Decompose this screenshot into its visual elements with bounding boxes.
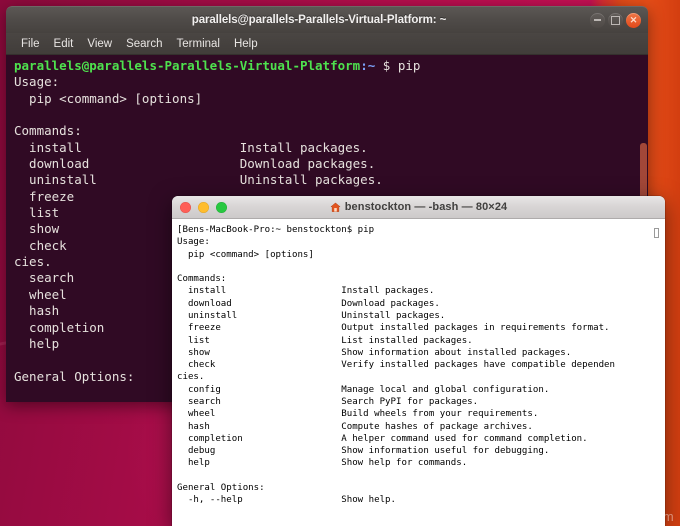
menu-item-search[interactable]: Search — [119, 36, 169, 52]
mac-terminal-body[interactable]: [Bens-MacBook-Pro:~ benstockton$ pip Usa… — [172, 219, 665, 526]
close-button[interactable]: ✕ — [626, 12, 641, 28]
minimize-icon — [594, 19, 601, 21]
menu-item-edit[interactable]: Edit — [47, 36, 81, 52]
mac-window-title: benstockton — -bash — 80×24 — [344, 201, 508, 213]
screen: parallels@parallels-Parallels-Virtual-Pl… — [0, 0, 680, 526]
mac-terminal-output: Usage: pip <command> [options] Commands:… — [177, 237, 615, 506]
ubuntu-titlebar[interactable]: parallels@parallels-Parallels-Virtual-Pl… — [6, 6, 648, 33]
maximize-icon — [611, 15, 620, 25]
ubuntu-prompt-userhost: parallels@parallels-Parallels-Virtual-Pl… — [14, 58, 361, 73]
home-icon — [330, 202, 341, 212]
menu-item-terminal[interactable]: Terminal — [170, 36, 227, 52]
ubuntu-window-controls: ✕ — [590, 12, 648, 28]
mac-terminal-window[interactable]: benstockton — -bash — 80×24 [Bens-MacBoo… — [172, 196, 665, 526]
minimize-button[interactable] — [198, 201, 209, 213]
maximize-button[interactable] — [608, 12, 623, 28]
mac-terminal-cursor — [654, 228, 659, 238]
ubuntu-prompt-command: pip — [397, 58, 421, 73]
mac-terminal-text: [Bens-MacBook-Pro:~ benstockton$ pip Usa… — [172, 219, 665, 506]
menu-item-file[interactable]: File — [14, 36, 47, 52]
mac-titlebar[interactable]: benstockton — -bash — 80×24 — [172, 196, 665, 219]
mac-prompt-line: [Bens-MacBook-Pro:~ benstockton$ pip — [177, 225, 375, 235]
zoom-button[interactable] — [216, 201, 227, 213]
minimize-button[interactable] — [590, 12, 605, 28]
mac-title-wrap: benstockton — -bash — 80×24 — [172, 196, 665, 218]
ubuntu-menubar: File Edit View Search Terminal Help — [6, 33, 648, 55]
close-button[interactable] — [180, 201, 191, 213]
ubuntu-prompt-path: :~ — [360, 58, 376, 73]
menu-item-help[interactable]: Help — [227, 36, 265, 52]
ubuntu-window-title: parallels@parallels-Parallels-Virtual-Pl… — [191, 14, 447, 26]
watermark: wsxdn.com — [606, 509, 674, 524]
close-icon: ✕ — [629, 14, 638, 25]
mac-window-controls — [172, 201, 227, 213]
menu-item-view[interactable]: View — [80, 36, 119, 52]
